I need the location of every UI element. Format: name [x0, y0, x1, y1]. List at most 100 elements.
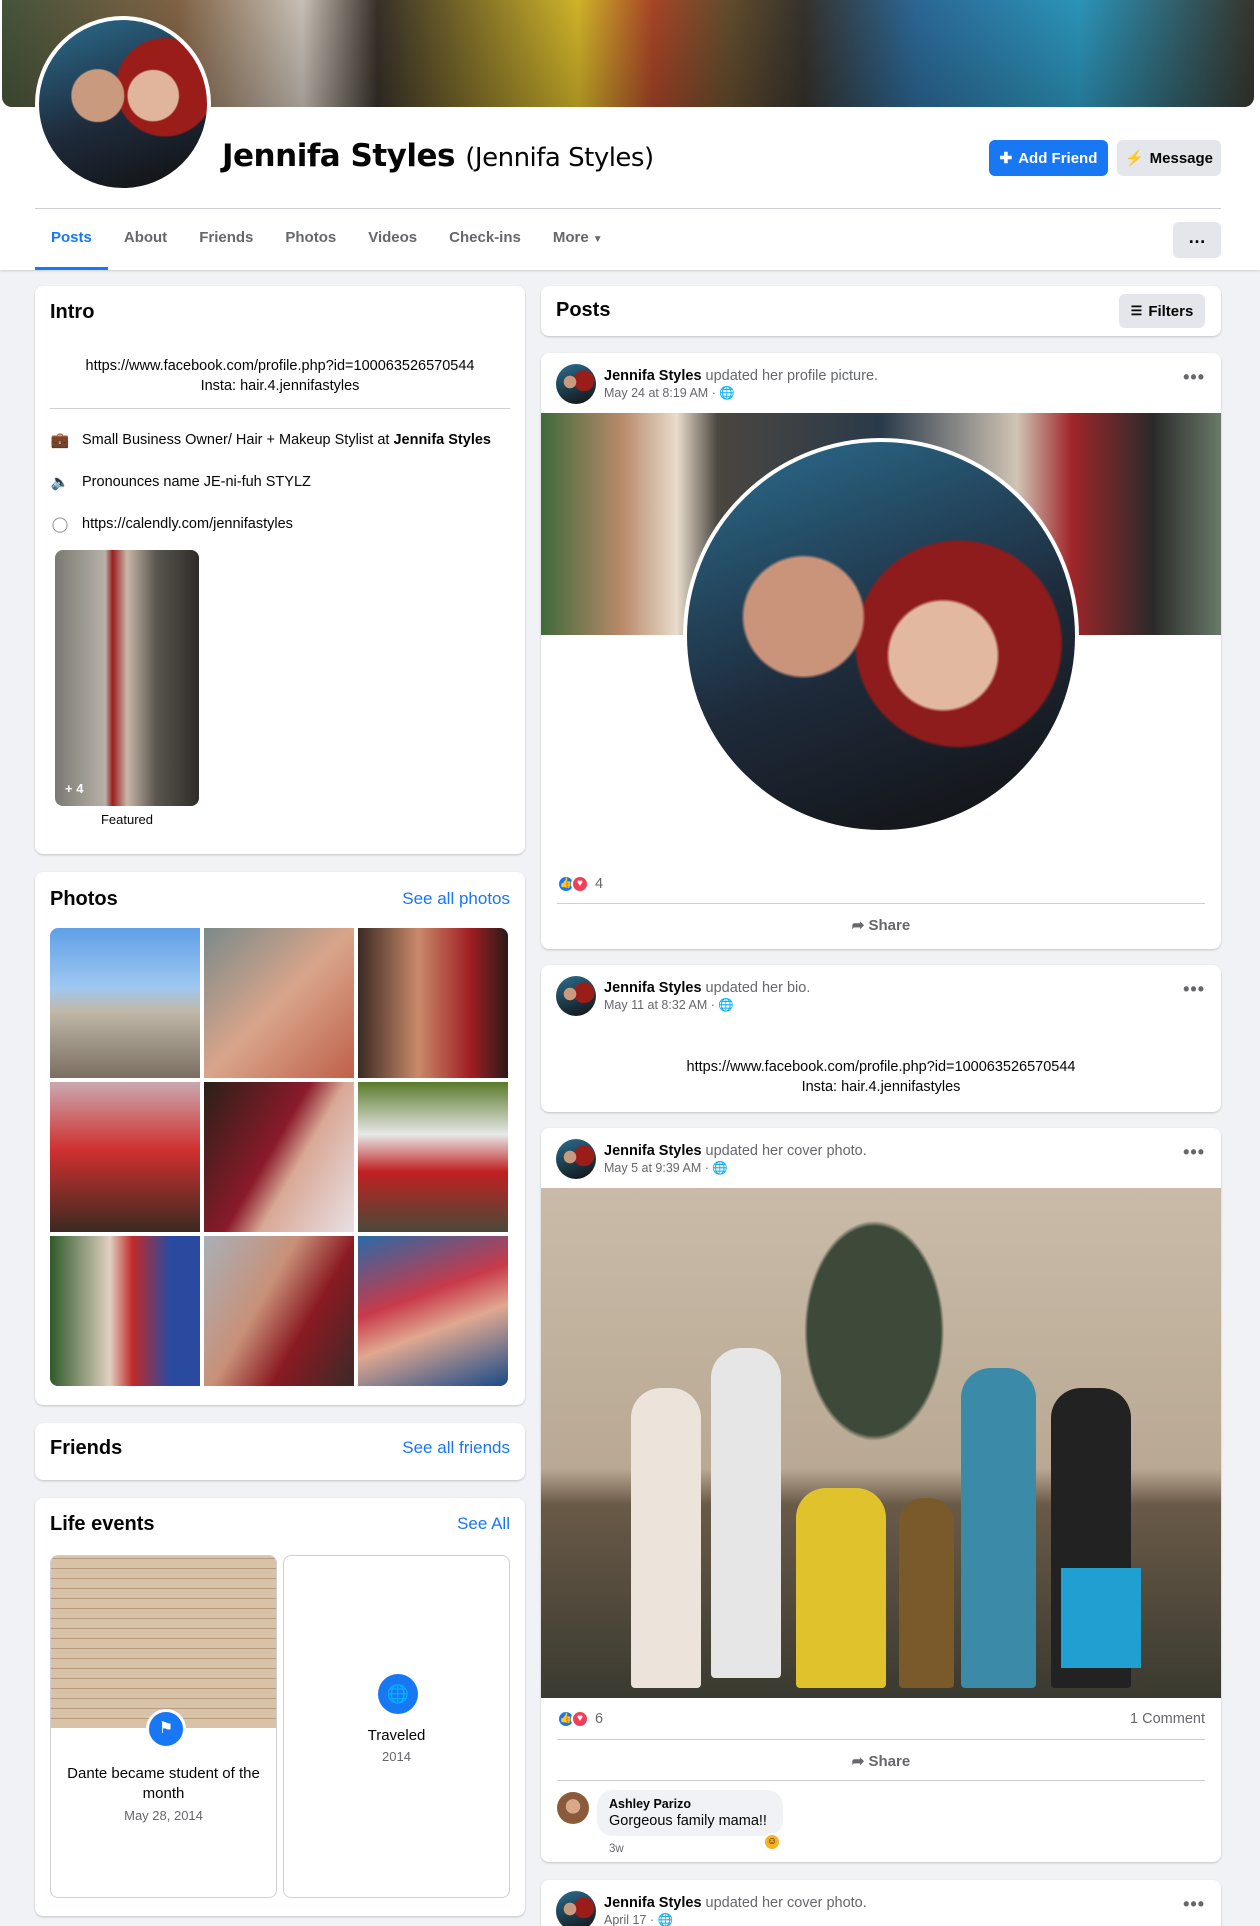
globe-icon: 🌐: [718, 997, 734, 1012]
post-time[interactable]: May 5 at 9:39 AM ·: [604, 1161, 712, 1175]
life-event-date: 2014: [382, 1749, 411, 1764]
tree-photo[interactable]: [50, 1236, 200, 1386]
filters-button[interactable]: ☰ Filters: [1119, 294, 1205, 328]
love-icon: ♥: [571, 875, 589, 893]
post-author[interactable]: Jennifa Styles: [604, 1895, 702, 1911]
see-all-friends-link[interactable]: See all friends: [402, 1438, 510, 1458]
post-author[interactable]: Jennifa Styles: [604, 1143, 702, 1159]
post-author[interactable]: Jennifa Styles: [604, 980, 702, 996]
castle-photo[interactable]: [50, 928, 200, 1078]
comment-author[interactable]: Ashley Parizo: [609, 1797, 771, 1811]
posts-header-card: Posts ☰ Filters: [541, 286, 1221, 336]
comment-count-link[interactable]: 1 Comment: [1130, 1711, 1205, 1727]
profile-tabs: Posts About Friends Photos Videos Check-…: [35, 209, 619, 270]
post-header: Jennifa Styles updated her cover photo. …: [556, 1138, 867, 1180]
girl-dog-photo[interactable]: [50, 1082, 200, 1232]
post-time[interactable]: April 17 ·: [604, 1913, 658, 1926]
add-friend-button[interactable]: ✚ Add Friend: [989, 140, 1108, 176]
life-event-date: May 28, 2014: [124, 1808, 203, 1823]
tab-more[interactable]: More ▼: [537, 209, 619, 270]
post-author-avatar[interactable]: [556, 1139, 596, 1179]
intro-bio-line2: Insta: hair.4.jennifastyles: [200, 378, 360, 394]
post-author[interactable]: Jennifa Styles: [604, 368, 702, 384]
comment-text: Gorgeous family mama!!: [609, 1813, 767, 1829]
profile-name: Jennifa Styles (Jennifa Styles): [222, 138, 654, 174]
tab-check-ins[interactable]: Check-ins: [433, 209, 537, 270]
cover-photo-image[interactable]: [541, 1188, 1221, 1698]
messenger-icon: ⚡: [1124, 150, 1144, 167]
tab-videos[interactable]: Videos: [352, 209, 433, 270]
add-person-icon: ✚: [999, 150, 1013, 167]
santa-photo[interactable]: [358, 1082, 508, 1232]
life-events-card: Life events See All ⚑ Dante became stude…: [35, 1498, 525, 1916]
tab-friends[interactable]: Friends: [183, 209, 269, 270]
action-divider: [557, 1739, 1205, 1740]
share-button[interactable]: ➦ Share: [541, 916, 1221, 934]
intro-pronounce-row: 🔈 Pronounces name JE-ni-fuh STYLZ: [50, 474, 311, 491]
tab-posts[interactable]: Posts: [35, 209, 108, 270]
girl-cart-photo[interactable]: [204, 928, 354, 1078]
featured-count: + 4: [65, 781, 84, 796]
mom-daughter-photo[interactable]: [204, 1236, 354, 1386]
post-options-button[interactable]: •••: [1183, 367, 1205, 388]
intro-bio-line1: https://www.facebook.com/profile.php?id=…: [85, 358, 475, 374]
see-all-photos-link[interactable]: See all photos: [402, 889, 510, 909]
profile-alt-name: (Jennifa Styles): [465, 143, 654, 173]
love-icon: ♥: [571, 1710, 589, 1728]
post-header: Jennifa Styles updated her profile pictu…: [556, 363, 878, 405]
post-options-button[interactable]: •••: [1183, 1894, 1205, 1915]
red-hair-photo[interactable]: [204, 1082, 354, 1232]
post-header: Jennifa Styles updated her cover photo. …: [556, 1890, 867, 1926]
tab-about[interactable]: About: [108, 209, 183, 270]
flag-icon: ⚑: [146, 1709, 186, 1749]
post-profile-picture: Jennifa Styles updated her profile pictu…: [541, 353, 1221, 949]
intro-title: Intro: [50, 301, 95, 323]
post-cover-photo-april: Jennifa Styles updated her cover photo. …: [541, 1880, 1221, 1926]
caret-down-icon: ▼: [592, 234, 603, 245]
speaker-icon: 🔈: [50, 474, 70, 491]
see-all-life-events-link[interactable]: See All: [457, 1514, 510, 1534]
photos-card: Photos See all photos: [35, 872, 525, 1405]
tab-photos[interactable]: Photos: [269, 209, 352, 270]
care-reaction-icon[interactable]: ☺: [763, 1833, 781, 1851]
profile-avatar[interactable]: [35, 16, 211, 192]
post-time[interactable]: May 11 at 8:32 AM ·: [604, 998, 718, 1012]
share-icon: ➦: [851, 1753, 865, 1770]
friends-title: Friends: [50, 1437, 123, 1459]
bio-line2: Insta: hair.4.jennifastyles: [801, 1079, 961, 1095]
instagram-icon: ◯: [51, 516, 69, 533]
profile-picture-image[interactable]: [683, 438, 1079, 834]
post-options-button[interactable]: •••: [1183, 1142, 1205, 1163]
life-event-traveled[interactable]: 🌐 Traveled 2014: [283, 1555, 510, 1898]
post-cover-photo: Jennifa Styles updated her cover photo. …: [541, 1128, 1221, 1862]
life-event-student[interactable]: ⚑ Dante became student of the month May …: [50, 1555, 277, 1898]
glasses-selfie-photo[interactable]: [358, 1236, 508, 1386]
post-options-button[interactable]: •••: [1183, 979, 1205, 1000]
photo-grid: [50, 928, 508, 1386]
post-bio: Jennifa Styles updated her bio. May 11 a…: [541, 965, 1221, 1112]
comment-time[interactable]: 3w: [609, 1843, 624, 1855]
post-header: Jennifa Styles updated her bio. May 11 a…: [556, 975, 810, 1017]
share-button[interactable]: ➦ Share: [541, 1752, 1221, 1770]
website-link[interactable]: https://calendly.com/jennifastyles: [82, 516, 293, 532]
post-author-avatar[interactable]: [556, 364, 596, 404]
work-place-link[interactable]: Jennifa Styles: [393, 432, 491, 448]
commenter-avatar[interactable]: [557, 1792, 589, 1824]
featured-story[interactable]: + 4: [55, 550, 199, 806]
message-button[interactable]: ⚡ Message: [1117, 140, 1221, 176]
life-event-title: Traveled: [367, 1727, 426, 1744]
reaction-summary[interactable]: 👍 ♥ 4: [557, 875, 603, 893]
globe-icon: 🌐: [657, 1912, 674, 1926]
selfie-photo[interactable]: [358, 928, 508, 1078]
post-author-avatar[interactable]: [556, 1891, 596, 1926]
post-time[interactable]: May 24 at 8:19 AM ·: [604, 386, 719, 400]
comments-divider: [557, 1780, 1205, 1781]
sliders-icon: ☰: [1130, 303, 1143, 318]
reaction-summary[interactable]: 👍 ♥ 6: [557, 1710, 603, 1728]
globe-icon: 🌐: [378, 1674, 418, 1714]
life-events-title: Life events: [50, 1513, 155, 1535]
post-author-avatar[interactable]: [556, 976, 596, 1016]
profile-header: Jennifa Styles (Jennifa Styles) ✚ Add Fr…: [0, 0, 1260, 270]
briefcase-icon: 💼: [50, 432, 70, 449]
more-options-button[interactable]: …: [1173, 222, 1221, 258]
